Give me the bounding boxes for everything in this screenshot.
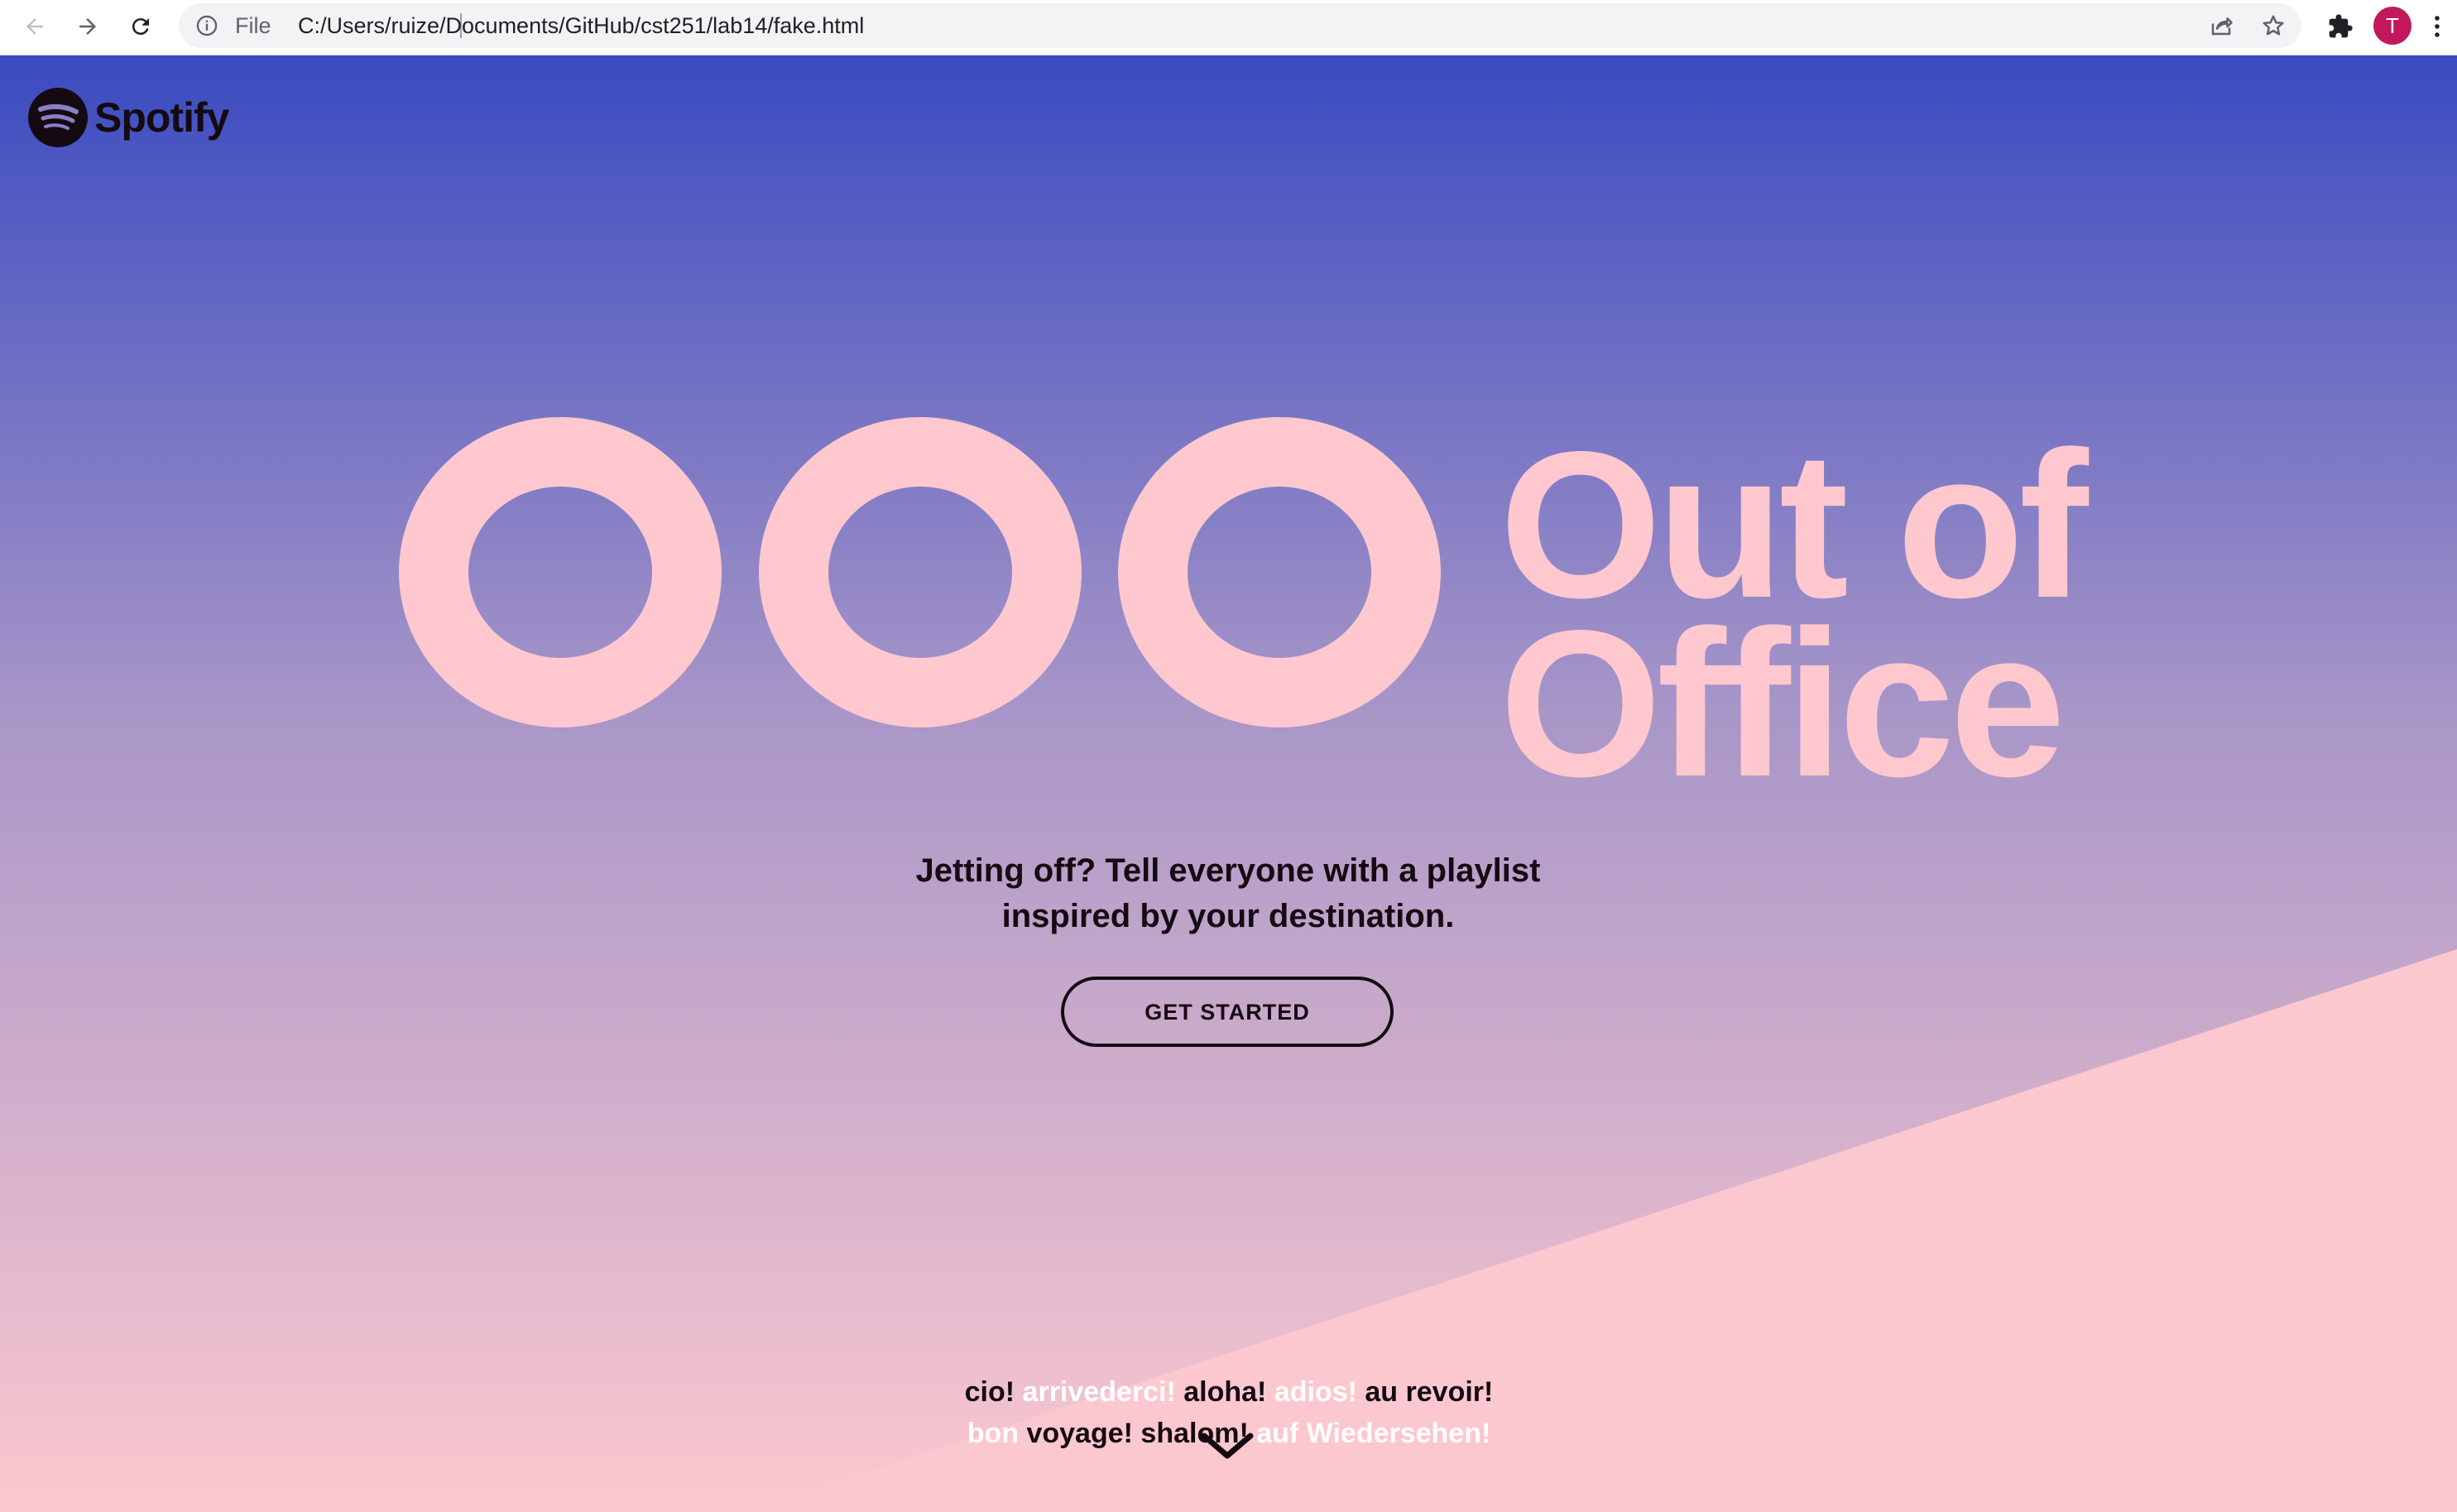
spotify-wordmark: Spotify <box>94 94 229 141</box>
url-text[interactable]: C:/Users/ruize/Documents/GitHub/cst251/l… <box>298 3 864 48</box>
get-started-button[interactable]: GET STARTED <box>1061 977 1394 1047</box>
star-icon[interactable] <box>2261 13 2286 42</box>
ooo-letter-2 <box>759 417 1082 727</box>
tagline-line-2: inspired by your destination. <box>1001 898 1455 934</box>
farewell-word: voyage! <box>1026 1418 1133 1449</box>
tagline-line-1: Jetting off? Tell everyone with a playli… <box>915 852 1541 889</box>
spotify-logo[interactable]: Spotify <box>28 88 229 147</box>
spotify-circle-icon <box>28 88 88 147</box>
profile-avatar[interactable]: T <box>2373 7 2411 45</box>
chevron-down-icon[interactable] <box>1199 1429 1255 1462</box>
farewell-word: cio! <box>964 1376 1015 1408</box>
ooo-letter-3 <box>1118 417 1441 727</box>
hero-background <box>0 55 2457 1512</box>
farewell-word: aloha! <box>1183 1376 1267 1408</box>
hero-title-line-2: Office <box>1500 588 2066 820</box>
farewell-word: auf Wiedersehen! <box>1256 1418 1491 1449</box>
farewell-line-1: cio! arrivederci! aloha! adios! au revoi… <box>877 1371 1581 1413</box>
address-bar[interactable]: File C:/Users/ruize/Documents/GitHub/cst… <box>179 3 2301 48</box>
share-icon[interactable] <box>2208 13 2234 42</box>
browser-toolbar: File C:/Users/ruize/Documents/GitHub/cst… <box>0 0 2457 55</box>
hero-title: Out of Office <box>1500 421 2089 820</box>
farewell-word: bon <box>967 1418 1019 1449</box>
forward-arrow-icon[interactable] <box>68 7 108 46</box>
back-arrow-icon[interactable] <box>15 7 55 46</box>
extensions-puzzle-icon[interactable] <box>2320 7 2360 46</box>
hero-tagline: Jetting off? Tell everyone with a playli… <box>814 848 1642 939</box>
info-icon[interactable] <box>195 14 218 41</box>
reload-icon[interactable] <box>121 7 161 46</box>
farewell-word: arrivederci! <box>1022 1376 1176 1408</box>
farewell-word: au revoir! <box>1365 1376 1494 1408</box>
ooo-letter-1 <box>399 417 722 727</box>
kebab-menu-icon[interactable] <box>2425 7 2450 46</box>
farewell-word: adios! <box>1274 1376 1357 1408</box>
page-viewport: Spotify Out of Office Jetting off? Tell … <box>0 55 2457 1512</box>
url-scheme-label: File <box>235 13 271 38</box>
